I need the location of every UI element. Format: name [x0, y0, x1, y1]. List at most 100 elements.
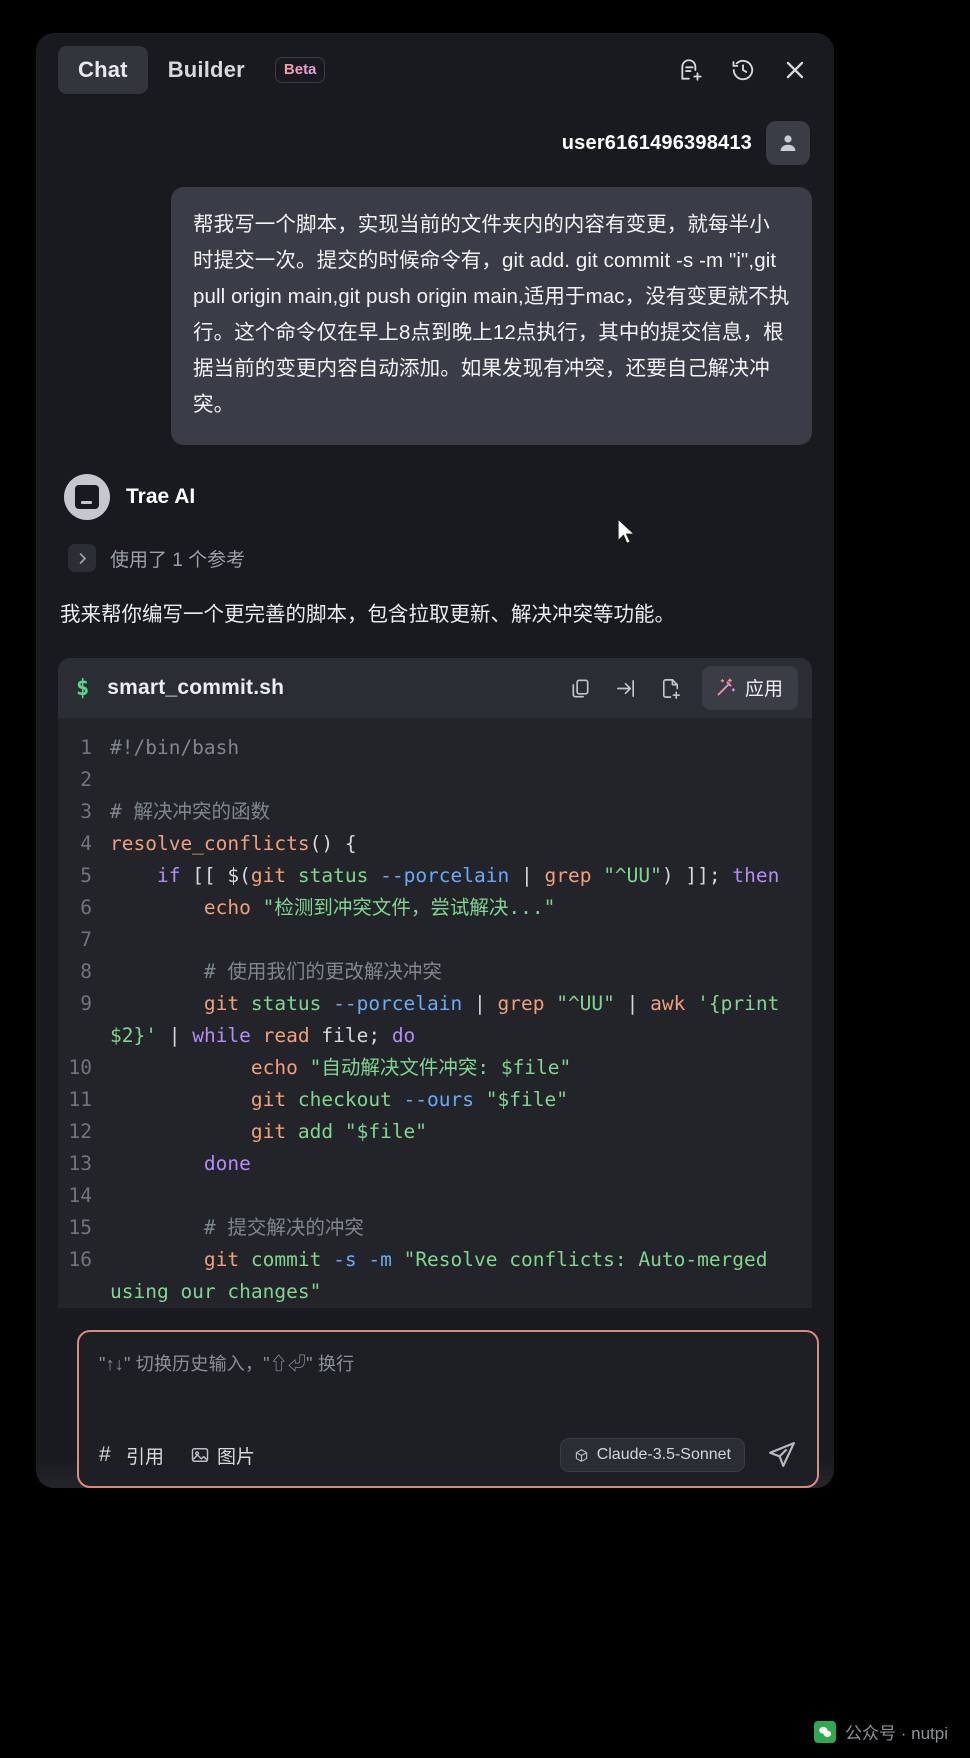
code-line-number: 9 — [80, 992, 92, 1015]
code-line: 13 done — [58, 1148, 812, 1180]
assistant-name: Trae AI — [126, 485, 196, 508]
model-label: Claude-3.5-Sonnet — [596, 1446, 731, 1463]
code-line-text: echo "检测到冲突文件，尝试解决..." — [203, 896, 556, 919]
new-file-icon[interactable] — [659, 677, 682, 700]
code-line: 1 #!/bin/bash — [58, 732, 812, 764]
code-line-number: 1 — [80, 736, 92, 759]
image-icon — [191, 1448, 209, 1462]
code-line-text: resolve_conflicts() { — [110, 832, 357, 855]
code-line-number: 16 — [68, 1248, 92, 1271]
tab-builder[interactable]: Builder — [148, 46, 265, 94]
code-line: 6 echo "检测到冲突文件，尝试解决..." — [58, 892, 812, 924]
code-line-text: git status --porcelain | grep "^UU" | aw… — [110, 992, 792, 1047]
close-icon[interactable] — [782, 57, 808, 83]
code-line-text: git add "$file" — [250, 1120, 428, 1143]
tab-chat[interactable]: Chat — [58, 46, 148, 94]
apply-label: 应用 — [744, 679, 783, 700]
composer-toolbar: # 引用 图片 Claude-3.5-Sonnet — [99, 1438, 797, 1472]
code-line-number: 5 — [80, 864, 92, 887]
code-line-number: 12 — [68, 1120, 92, 1143]
code-line-text: if [[ $(git status --porcelain | grep "^… — [156, 864, 780, 887]
code-line: 10 echo "自动解决文件冲突: $file" — [58, 1052, 812, 1084]
username: user6161496398413 — [561, 131, 752, 154]
code-line-number: 14 — [68, 1184, 92, 1207]
app-screen: Chat Builder Beta user6161496398413 帮我写一… — [0, 0, 970, 1758]
code-line-text: # 提交解决的冲突 — [110, 1216, 364, 1239]
code-block: $ smart_commit.sh 应用 1 #!/bin/bash 2 3 #… — [58, 658, 812, 1308]
conversation: user6161496398413 帮我写一个脚本，实现当前的文件夹内的内容有变… — [36, 121, 834, 1308]
mouse-cursor — [617, 518, 636, 545]
code-line-text: git checkout --ours "$file" — [250, 1088, 568, 1111]
code-line-text: echo "自动解决文件冲突: $file" — [250, 1056, 572, 1079]
prompt-symbol: $ — [76, 675, 90, 701]
image-label: 图片 — [217, 1446, 256, 1468]
copy-icon[interactable] — [569, 677, 592, 700]
avatar[interactable] — [766, 121, 810, 165]
reference-label: 使用了 1 个参考 — [110, 549, 246, 571]
user-row: user6161496398413 — [58, 121, 812, 165]
chat-panel: Chat Builder Beta user6161496398413 帮我写一… — [36, 33, 834, 1488]
tab-builder-group[interactable]: Builder Beta — [148, 46, 326, 94]
code-line-number: 2 — [80, 768, 92, 791]
panel-header: Chat Builder Beta — [36, 33, 834, 107]
header-actions — [678, 57, 812, 83]
apply-button[interactable]: 应用 — [701, 666, 798, 710]
magic-wand-icon — [717, 678, 736, 696]
code-filename: smart_commit.sh — [107, 676, 285, 699]
code-line-text: git commit -s -m "Resolve conflicts: Aut… — [110, 1248, 780, 1303]
code-line: 8 # 使用我们的更改解决冲突 — [58, 956, 812, 988]
reference-toggle[interactable]: 使用了 1 个参考 — [68, 544, 812, 572]
history-clock-icon[interactable] — [730, 57, 756, 83]
code-line-text: done — [203, 1152, 251, 1175]
insert-at-cursor-icon[interactable] — [614, 677, 637, 700]
cube-icon — [575, 1448, 587, 1462]
quote-label: 引用 — [126, 1446, 165, 1468]
assistant-intro: 我来帮你编写一个更完善的脚本，包含拉取更新、解决冲突等功能。 — [60, 603, 675, 626]
quote-button[interactable]: # 引用 — [99, 1442, 164, 1469]
code-line: 9 git status --porcelain | grep "^UU" | … — [58, 988, 812, 1052]
code-line: 14 — [58, 1180, 812, 1212]
code-line: 11 git checkout --ours "$file" — [58, 1084, 812, 1116]
code-line: 12 git add "$file" — [58, 1116, 812, 1148]
code-line: 5 if [[ $(git status --porcelain | grep … — [58, 860, 812, 892]
watermark-text: 公众号 · nutpi — [845, 1724, 948, 1743]
code-line-number: 11 — [68, 1088, 92, 1111]
code-content[interactable]: 1 #!/bin/bash 2 3 # 解决冲突的函数 4 resolve_conflic… — [58, 718, 812, 1308]
code-line-number: 13 — [68, 1152, 92, 1175]
code-line: 16 git commit -s -m "Resolve conflicts: … — [58, 1244, 812, 1308]
code-line-number: 4 — [80, 832, 92, 855]
code-line: 3 # 解决冲突的函数 — [58, 796, 812, 828]
code-line: 15 # 提交解决的冲突 — [58, 1212, 812, 1244]
composer-placeholder[interactable]: "↑↓" 切换历史输入，"⇧⏎" 换行 — [99, 1350, 797, 1376]
code-line-number: 6 — [80, 896, 92, 919]
code-line: 4 resolve_conflicts() { — [58, 828, 812, 860]
send-icon[interactable] — [767, 1440, 797, 1470]
new-chat-icon[interactable] — [678, 57, 704, 83]
code-line-number: 7 — [80, 928, 92, 951]
beta-badge: Beta — [275, 57, 326, 83]
code-line-number: 3 — [80, 800, 92, 823]
trae-logo-icon — [64, 474, 110, 520]
user-message: 帮我写一个脚本，实现当前的文件夹内的内容有变更，就每半小时提交一次。提交的时候命… — [171, 187, 812, 445]
code-line-number: 15 — [68, 1216, 92, 1239]
code-line: 2 — [58, 764, 812, 796]
code-block-header: $ smart_commit.sh 应用 — [58, 658, 812, 718]
hash-icon: # — [99, 1443, 111, 1466]
code-line-number: 10 — [68, 1056, 92, 1079]
code-line-text: # 使用我们的更改解决冲突 — [110, 960, 442, 983]
model-selector[interactable]: Claude-3.5-Sonnet — [559, 1438, 745, 1472]
code-line-number: 8 — [80, 960, 92, 983]
code-line-text: # 解决冲突的函数 — [110, 800, 270, 823]
assistant-header: Trae AI — [64, 474, 812, 520]
watermark: 公众号 · nutpi — [814, 1719, 948, 1744]
image-button[interactable]: 图片 — [190, 1442, 255, 1469]
code-actions — [569, 677, 682, 700]
chevron-right-icon[interactable] — [68, 544, 96, 572]
code-line-text: #!/bin/bash — [110, 736, 240, 759]
wechat-icon — [814, 1720, 837, 1743]
code-line: 7 — [58, 924, 812, 956]
message-composer[interactable]: "↑↓" 切换历史输入，"⇧⏎" 换行 # 引用 图片 Claude-3.5-S… — [77, 1330, 819, 1488]
